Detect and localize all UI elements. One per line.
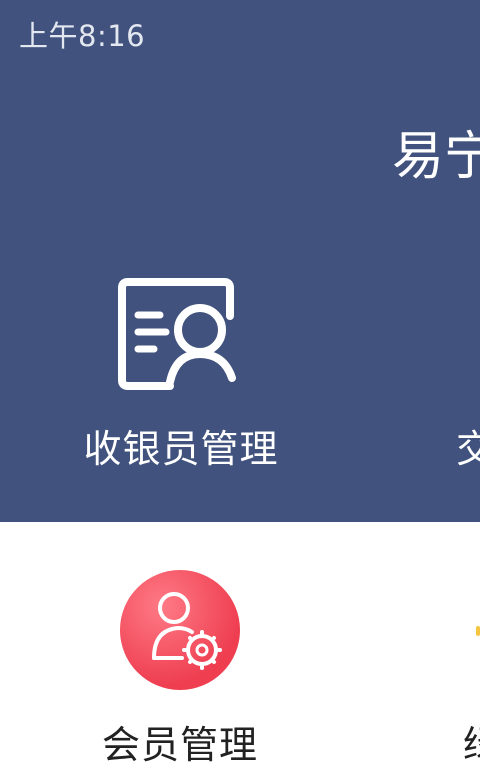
menu-item-partial-label[interactable]: 交 xyxy=(456,418,480,473)
page-title: 易宁 xyxy=(392,127,480,187)
menu-item-label: 收银员管理 xyxy=(83,427,279,471)
header-panel: 上午8:16 易宁 收银员管理 交 xyxy=(0,0,480,522)
menu-item-partial-label[interactable]: 绿 xyxy=(463,714,480,769)
menu-item-cashier-management[interactable]: 收银员管理 xyxy=(74,278,288,478)
partial-icon xyxy=(476,626,480,636)
member-settings-icon xyxy=(120,570,240,690)
status-time: 上午8:16 xyxy=(19,19,146,53)
menu-item-member-management[interactable]: 会员管理 xyxy=(92,570,324,767)
cashier-profile-icon xyxy=(118,278,236,390)
menu-item-label: 会员管理 xyxy=(101,723,258,767)
